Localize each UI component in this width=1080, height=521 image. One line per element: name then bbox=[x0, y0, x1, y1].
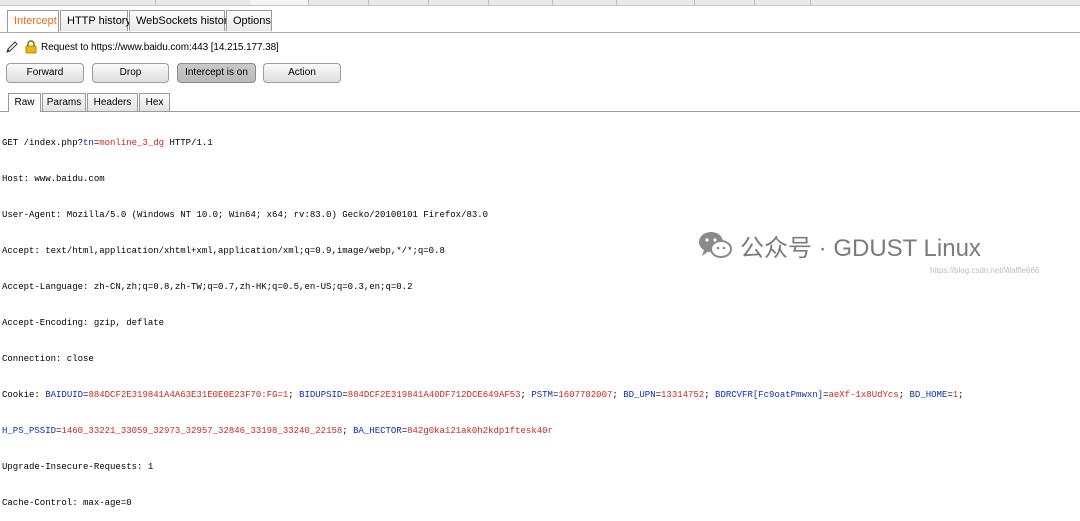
header-connection: Connection: close bbox=[2, 354, 94, 364]
header-host: Host: www.baidu.com bbox=[2, 174, 105, 184]
header-cookie-continued: H_PS_PSSID=1460_33221_33059_32973_32957_… bbox=[2, 425, 1080, 437]
cookie-name: BA_HECTOR bbox=[353, 426, 402, 436]
header-accept-encoding: Accept-Encoding: gzip, deflate bbox=[2, 318, 165, 328]
cookie-separator: ; bbox=[520, 390, 532, 400]
tool-tab[interactable] bbox=[488, 0, 553, 5]
tab-options[interactable]: Options bbox=[226, 10, 272, 31]
tool-tab[interactable] bbox=[308, 0, 369, 5]
lock-icon bbox=[25, 40, 37, 54]
cookie-name: BDRCVFR[Fc9oatPmwxn] bbox=[715, 390, 824, 400]
cookie-value: 842g0ka121ak0h2kdp1ftesk40r bbox=[407, 426, 553, 436]
tab-hex[interactable]: Hex bbox=[139, 93, 170, 111]
header-upgrade-insecure-requests: Upgrade-Insecure-Requests: 1 bbox=[2, 462, 154, 472]
tab-headers[interactable]: Headers bbox=[87, 93, 138, 111]
tool-tab[interactable] bbox=[368, 0, 429, 5]
cookie-pairs-continued: H_PS_PSSID=1460_33221_33059_32973_32957_… bbox=[2, 426, 553, 436]
header-user-agent: User-Agent: Mozilla/5.0 (Windows NT 10.0… bbox=[2, 210, 489, 220]
forward-button[interactable]: Forward bbox=[6, 63, 84, 83]
header-cookie: Cookie: BAIDUID=884DCF2E319841A4A63E31E0… bbox=[2, 389, 1080, 401]
wechat-icon bbox=[699, 232, 732, 258]
query-param-name: tn bbox=[83, 138, 94, 148]
proxy-subtabs: Intercept HTTP history WebSockets histor… bbox=[0, 10, 1080, 33]
watermark-text: 公众号 · GDUST Linux bbox=[740, 234, 981, 262]
request-line-method-path: GET /index.php? bbox=[2, 138, 84, 148]
tab-websockets-history[interactable]: WebSockets history bbox=[129, 10, 233, 31]
cookie-value: 1607782007 bbox=[558, 390, 613, 400]
cookie-separator: ; bbox=[342, 426, 354, 436]
tab-http-history[interactable]: HTTP history bbox=[60, 10, 131, 31]
tool-tab[interactable] bbox=[155, 0, 251, 5]
watermark-url: https://blog.csdn.net/Waffle666 bbox=[930, 266, 1040, 275]
cookie-pairs: BAIDUID=884DCF2E319841A4A63E31E0E0E23F70… bbox=[45, 390, 969, 400]
raw-request-editor[interactable]: GET /index.php?tn=monline_3_dg HTTP/1.1 … bbox=[2, 113, 1080, 521]
cookie-separator: ; bbox=[288, 390, 300, 400]
tool-tab[interactable] bbox=[694, 0, 755, 5]
cookie-separator: ; bbox=[958, 390, 969, 400]
cookie-value: 884DCF2E319841A40DF712DCE649AF53 bbox=[347, 390, 521, 400]
cookie-separator: ; bbox=[704, 390, 716, 400]
tool-tab[interactable] bbox=[754, 0, 811, 5]
tool-tab-active[interactable] bbox=[250, 0, 309, 5]
request-line: GET /index.php?tn=monline_3_dg HTTP/1.1 bbox=[2, 137, 1080, 149]
tab-raw[interactable]: Raw bbox=[8, 93, 41, 112]
cookie-separator: ; bbox=[612, 390, 624, 400]
intercept-toggle-button[interactable]: Intercept is on bbox=[177, 63, 256, 83]
tab-intercept[interactable]: Intercept bbox=[7, 10, 59, 32]
cookie-value: 1460_33221_33059_32973_32957_32846_33198… bbox=[61, 426, 343, 436]
request-line-protocol: HTTP/1.1 bbox=[164, 138, 213, 148]
message-view-tabs: Raw Params Headers Hex bbox=[0, 93, 1080, 112]
cookie-name: BD_HOME bbox=[909, 390, 948, 400]
cookie-name: H_PS_PSSID bbox=[2, 426, 57, 436]
pencil-icon[interactable] bbox=[5, 40, 19, 54]
tool-tab[interactable] bbox=[616, 0, 695, 5]
tool-tab[interactable] bbox=[0, 0, 156, 5]
top-tool-tab-strip bbox=[0, 0, 1080, 6]
cookie-value: 884DCF2E319841A4A63E31E0E0E23F70:FG=1 bbox=[88, 390, 289, 400]
cookie-name: BIDUPSID bbox=[299, 390, 343, 400]
drop-button[interactable]: Drop bbox=[92, 63, 169, 83]
action-button[interactable]: Action bbox=[263, 63, 341, 83]
watermark: 公众号 · GDUST Linux bbox=[698, 228, 981, 262]
cookie-name: PSTM bbox=[531, 390, 553, 400]
cookie-name: BD_UPN bbox=[623, 390, 656, 400]
tool-tab[interactable] bbox=[552, 0, 617, 5]
cookie-separator: ; bbox=[898, 390, 910, 400]
cookie-prefix: Cookie: bbox=[2, 390, 46, 400]
header-accept-language: Accept-Language: zh-CN,zh;q=0.8,zh-TW;q=… bbox=[2, 282, 413, 292]
tool-tab[interactable] bbox=[428, 0, 489, 5]
request-target-label: Request to https://www.baidu.com:443 [14… bbox=[41, 42, 279, 53]
header-cache-control: Cache-Control: max-age=0 bbox=[2, 498, 132, 508]
cookie-value: aeXf-1x8UdYcs bbox=[828, 390, 899, 400]
tab-params[interactable]: Params bbox=[42, 93, 86, 111]
cookie-name: BAIDUID bbox=[45, 390, 84, 400]
cookie-value: 13314752 bbox=[661, 390, 705, 400]
query-param-value: monline_3_dg bbox=[99, 138, 165, 148]
